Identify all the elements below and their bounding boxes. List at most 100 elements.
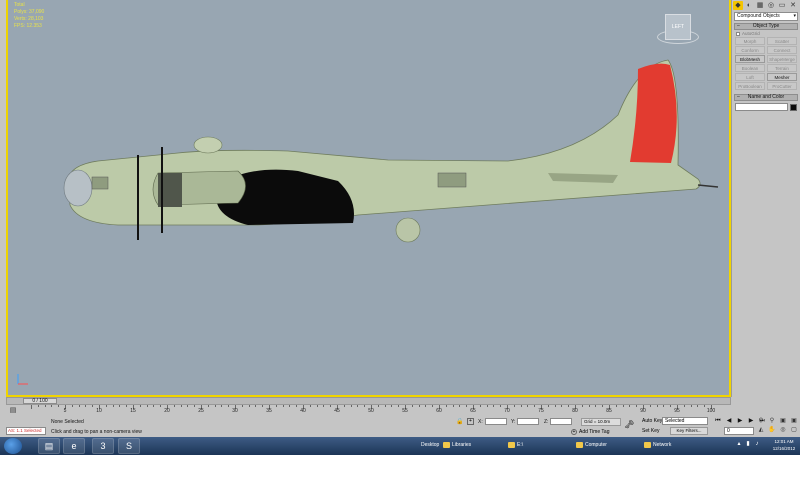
key-mode-dropdown[interactable]: Selected xyxy=(662,417,708,425)
3dsmax-icon[interactable]: 3 xyxy=(92,438,114,454)
absolute-mode-icon[interactable]: + xyxy=(467,418,474,425)
shapemerge-button[interactable]: ShapeMerge xyxy=(767,55,797,63)
motion-tab-icon[interactable]: ◎ xyxy=(766,1,776,10)
maximize-viewport-icon[interactable]: ▢ xyxy=(789,426,799,434)
volume-icon[interactable]: ♪ xyxy=(754,441,760,448)
object-color-swatch[interactable] xyxy=(790,103,797,111)
folder-icon xyxy=(443,441,450,448)
mesher-button[interactable]: Mesher xyxy=(767,73,797,81)
tail-gun xyxy=(697,184,719,188)
name-and-color-rollout[interactable]: – Name and Color xyxy=(734,94,798,101)
libraries-link[interactable]: Libraries xyxy=(443,440,471,450)
drive-label: E:\ xyxy=(517,442,524,448)
track-tick xyxy=(85,405,87,407)
track-tick xyxy=(364,405,366,407)
zoom-all-icon[interactable]: ⚲ xyxy=(767,417,777,425)
x-label: X: xyxy=(478,419,483,425)
x-field[interactable] xyxy=(484,418,507,426)
modify-tab-icon[interactable]: ◐ xyxy=(744,1,754,10)
nose-cone xyxy=(63,169,93,207)
selection-lock-icon[interactable]: 🔒 xyxy=(456,418,463,426)
track-tick xyxy=(51,405,53,407)
computer-link[interactable]: Computer xyxy=(576,440,607,450)
current-frame-field[interactable]: 0 xyxy=(724,427,754,435)
autogrid-checkbox[interactable]: AutoGrid xyxy=(732,30,800,37)
network-status-icon[interactable]: ▮ xyxy=(745,441,751,448)
desktop-toolbar[interactable]: Desktop xyxy=(421,440,439,450)
top-turret xyxy=(193,136,223,154)
track-tick xyxy=(173,405,175,407)
skype-icon[interactable]: S xyxy=(118,438,140,454)
network-link[interactable]: Network xyxy=(644,440,671,450)
track-tick xyxy=(704,405,706,407)
z-coordinate[interactable]: Z: xyxy=(544,418,573,426)
explorer-icon[interactable]: ▤ xyxy=(38,438,60,454)
time-slider-thumb[interactable]: 0 / 100 xyxy=(23,398,57,404)
track-tick xyxy=(656,405,658,407)
morph-button[interactable]: Morph xyxy=(735,37,765,45)
track-bar-area: ▤ 5 10 15 20 25 30 35 40 45 50 55 60 65 70 75 80 85 90 95 1… xyxy=(0,405,800,416)
pan-icon[interactable]: ✋ xyxy=(767,426,777,434)
track-bar[interactable]: 5 10 15 20 25 30 35 40 45 50 55 60 65 70 75 80 85 90 95 100 xyxy=(26,405,716,416)
object-name-field[interactable] xyxy=(735,103,788,111)
go-to-start-icon[interactable]: ⏮ xyxy=(713,417,723,425)
play-icon[interactable]: ▶ xyxy=(735,417,745,425)
auto-key-button[interactable]: Auto Key xyxy=(642,417,662,425)
previous-frame-icon[interactable]: ◀ xyxy=(724,417,734,425)
track-tick xyxy=(554,405,556,407)
blobmesh-button[interactable]: BlobMesh xyxy=(735,55,765,63)
show-hidden-icons-icon[interactable]: ▴ xyxy=(736,441,742,448)
z-field[interactable] xyxy=(550,418,573,426)
track-tick xyxy=(71,405,73,407)
create-tab-icon[interactable]: ◆ xyxy=(733,1,743,10)
x-coordinate[interactable]: X: xyxy=(478,418,507,426)
track-tick xyxy=(547,405,549,407)
zoom-icon[interactable]: ⚲ xyxy=(756,417,766,425)
track-tick xyxy=(241,405,243,407)
orbit-icon[interactable]: ◎ xyxy=(778,426,788,434)
mini-curve-editor-icon[interactable]: ▤ xyxy=(8,406,18,415)
key-filters-button[interactable]: Key Filters... xyxy=(670,427,708,435)
track-tick-label: 45 xyxy=(334,408,340,414)
zoom-extents-all-icon[interactable]: ▣ xyxy=(789,417,799,425)
rollout-title: Object Type xyxy=(752,23,780,29)
track-tick xyxy=(187,405,189,407)
b17-bomber-model[interactable] xyxy=(58,55,728,245)
utilities-tab-icon[interactable]: ✕ xyxy=(788,1,798,10)
track-tick xyxy=(350,405,352,407)
proboolean-button[interactable]: ProBoolean xyxy=(735,82,765,90)
object-type-buttons: Morph Scatter Conform Connect BlobMesh S… xyxy=(732,37,800,90)
next-frame-icon[interactable]: ▶ xyxy=(746,417,756,425)
conform-button[interactable]: Conform xyxy=(735,46,765,54)
system-clock[interactable]: 12:01 AM 12/16/2012 xyxy=(770,438,798,452)
loft-button[interactable]: Loft xyxy=(735,73,765,81)
desktop-label: Desktop xyxy=(421,442,440,448)
procutter-button[interactable]: ProCutter xyxy=(767,82,797,90)
zoom-extents-icon[interactable]: ▣ xyxy=(778,417,788,425)
hierarchy-tab-icon[interactable]: ▦ xyxy=(755,1,765,10)
set-key-button[interactable]: Set Key xyxy=(642,427,660,435)
time-slider[interactable]: 0 / 100 xyxy=(6,397,731,405)
y-field[interactable] xyxy=(517,418,540,426)
y-coordinate[interactable]: Y: xyxy=(511,418,540,426)
maxscript-listener[interactable]: AS: 1.1 Selected xyxy=(6,427,46,435)
scatter-button[interactable]: Scatter xyxy=(767,37,797,45)
computer-label: Computer xyxy=(585,442,607,448)
viewcube[interactable]: LEFT xyxy=(665,14,691,40)
start-button[interactable] xyxy=(4,438,22,454)
track-tick-label: 60 xyxy=(436,408,442,414)
add-time-tag-button[interactable]: + Add Time Tag xyxy=(571,428,609,436)
field-of-view-icon[interactable]: ◭ xyxy=(756,426,766,434)
connect-button[interactable]: Connect xyxy=(767,46,797,54)
ie-icon[interactable]: e xyxy=(63,438,85,454)
drive-link[interactable]: E:\ xyxy=(508,440,523,450)
terrain-button[interactable]: Terrain xyxy=(767,64,797,72)
display-tab-icon[interactable]: ▭ xyxy=(777,1,787,10)
network-icon xyxy=(644,441,651,448)
key-icon[interactable]: 🗝 xyxy=(624,420,634,430)
boolean-button[interactable]: Boolean xyxy=(735,64,765,72)
track-tick xyxy=(330,405,332,407)
category-dropdown[interactable]: Compound Objects ▾ xyxy=(734,12,798,21)
object-type-rollout[interactable]: – Object Type xyxy=(734,23,798,30)
left-viewport[interactable]: Total Polys: 37,090 Verts: 28,103 FPS: 1… xyxy=(6,0,731,397)
